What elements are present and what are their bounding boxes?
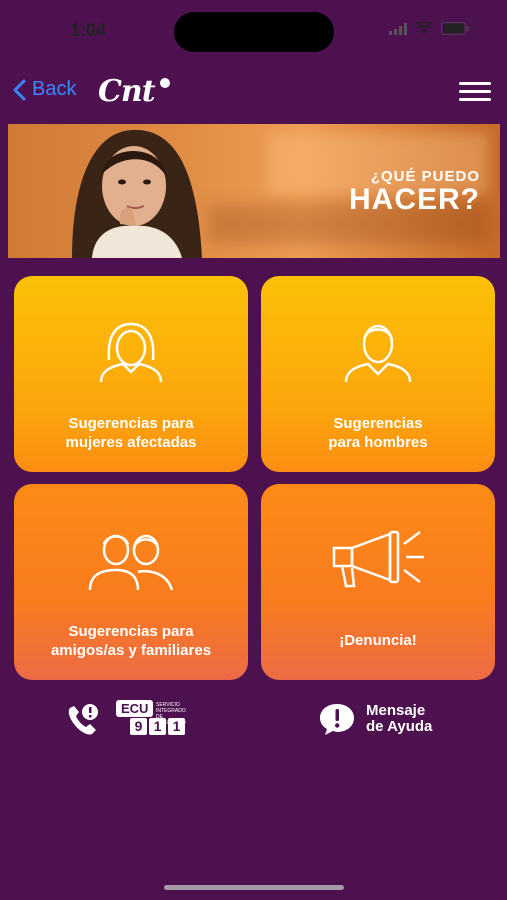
card-women[interactable]: Sugerencias para mujeres afectadas <box>14 276 248 472</box>
man-icon <box>344 324 412 383</box>
ecu-label: ECU <box>116 700 154 717</box>
megaphone-icon <box>332 530 424 588</box>
card-women-label: Sugerencias para mujeres afectadas <box>65 415 197 451</box>
woman-icon <box>99 322 163 383</box>
ecu911-button[interactable]: ECU SERVICIO INTEGRADO DE SEGURIDAD 911 <box>116 700 190 738</box>
logo-dot <box>160 78 170 88</box>
phone-alert-icon[interactable] <box>64 702 100 738</box>
nav-bar: Back Cnt <box>0 70 507 114</box>
emergency-contacts: ECU SERVICIO INTEGRADO DE SEGURIDAD 911 <box>64 700 194 740</box>
hero-banner: ¿QUÉ PUEDO HACER? <box>8 124 500 258</box>
back-button[interactable]: Back <box>12 78 76 101</box>
battery-icon <box>441 22 469 35</box>
status-icons <box>389 22 469 35</box>
thinking-woman-image <box>72 129 202 258</box>
dynamic-island <box>174 12 334 52</box>
help-message-button[interactable]: Mensaje de Ayuda <box>318 702 432 736</box>
ecu-digits: 911 <box>130 718 185 735</box>
card-friends-family-label: Sugerencias para amigos/as y familiares <box>50 623 212 659</box>
hamburger-menu-icon[interactable] <box>459 82 491 102</box>
status-time: 1:04 <box>70 20 107 40</box>
card-report-label: ¡Denuncia! <box>339 632 417 649</box>
status-bar: 1:04 <box>0 0 507 64</box>
home-indicator[interactable] <box>164 885 344 890</box>
back-label: Back <box>32 78 77 100</box>
card-report[interactable]: ¡Denuncia! <box>261 484 495 680</box>
card-friends-family[interactable]: Sugerencias para amigos/as y familiares <box>14 484 248 680</box>
signal-icon <box>389 22 407 35</box>
help-label: Mensaje de Ayuda <box>366 702 433 735</box>
banner-heading: ¿QUÉ PUEDO HACER? <box>349 168 480 217</box>
banner-line2: HACER? <box>349 183 480 216</box>
card-men[interactable]: Sugerencias para hombres <box>261 276 495 472</box>
chat-alert-icon <box>320 704 354 735</box>
chevron-left-icon <box>13 79 26 100</box>
card-men-label: Sugerencias para hombres <box>328 415 428 451</box>
group-icon <box>88 534 174 591</box>
wifi-icon <box>415 22 433 34</box>
cnt-logo: Cnt <box>98 74 156 109</box>
